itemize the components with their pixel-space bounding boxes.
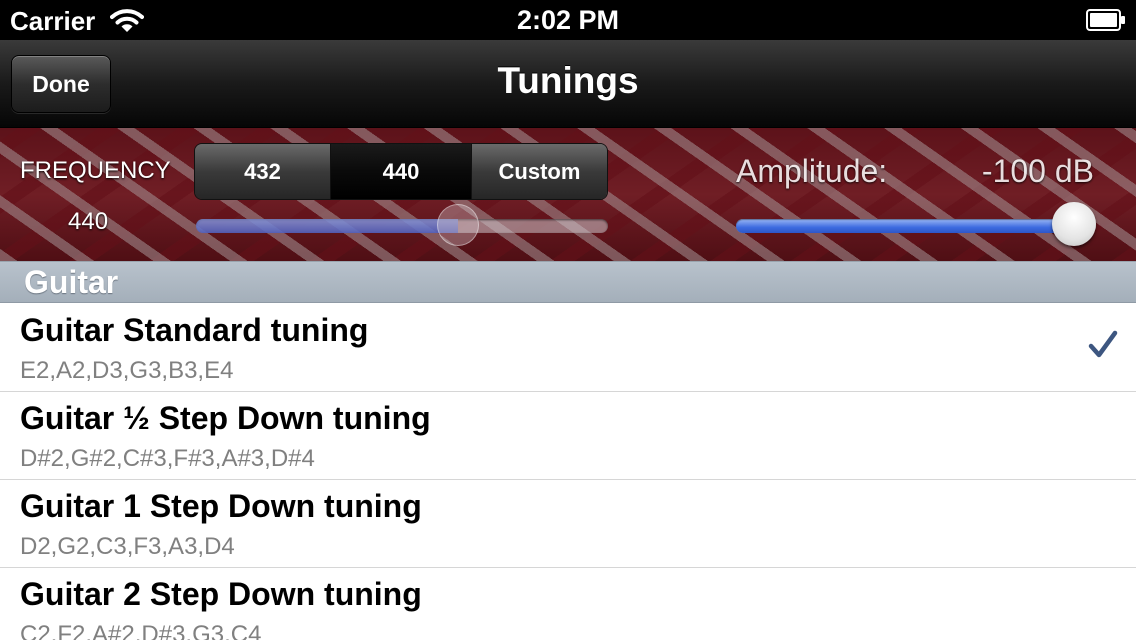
tuning-notes: D#2,G#2,C#3,F#3,A#3,D#4 <box>20 445 315 472</box>
status-bar: Carrier 2:02 PM <box>0 0 1136 40</box>
controls-panel: FREQUENCY 440 432 440 Custom Amplitude: … <box>0 128 1136 261</box>
amplitude-label: Amplitude: <box>736 153 888 189</box>
navigation-bar: Done Tunings <box>0 40 1136 128</box>
battery-icon <box>1086 9 1126 36</box>
tuning-row[interactable]: Guitar 1 Step Down tuning D2,G2,C3,F3,A3… <box>0 480 1136 568</box>
checkmark-icon <box>1088 330 1118 365</box>
frequency-slider-fill <box>196 219 458 233</box>
tuning-row[interactable]: Guitar Standard tuning E2,A2,D3,G3,B3,E4 <box>0 304 1136 392</box>
tuning-name: Guitar Standard tuning <box>20 312 369 348</box>
frequency-label: FREQUENCY <box>20 157 171 184</box>
section-title: Guitar <box>24 264 119 300</box>
tuning-row[interactable]: Guitar ½ Step Down tuning D#2,G#2,C#3,F#… <box>0 392 1136 480</box>
tuning-name: Guitar 1 Step Down tuning <box>20 488 422 524</box>
amplitude-slider-thumb[interactable] <box>1052 202 1096 246</box>
section-header: Guitar <box>0 261 1136 303</box>
tuning-name: Guitar ½ Step Down tuning <box>20 400 431 436</box>
tuning-notes: E2,A2,D3,G3,B3,E4 <box>20 357 234 384</box>
frequency-slider-thumb[interactable] <box>436 204 479 246</box>
amplitude-slider-fill <box>736 219 1074 233</box>
tuning-row[interactable]: Guitar 2 Step Down tuning C2,F2,A#2,D#3,… <box>0 568 1136 640</box>
segment-custom[interactable]: Custom <box>472 144 607 199</box>
tuning-list: Guitar Standard tuning E2,A2,D3,G3,B3,E4… <box>0 304 1136 640</box>
tuning-notes: D2,G2,C3,F3,A3,D4 <box>20 533 235 560</box>
page-title: Tunings <box>497 60 639 101</box>
tuning-name: Guitar 2 Step Down tuning <box>20 576 422 612</box>
segment-440[interactable]: 440 <box>331 144 472 199</box>
tuning-notes: C2,F2,A#2,D#3,G3,C4 <box>20 621 262 640</box>
amplitude-value: -100 dB <box>981 153 1094 189</box>
segment-432[interactable]: 432 <box>195 144 331 199</box>
frequency-segmented-control: 432 440 Custom <box>194 143 608 200</box>
frequency-value: 440 <box>68 208 109 235</box>
status-clock: 2:02 PM <box>516 5 620 35</box>
